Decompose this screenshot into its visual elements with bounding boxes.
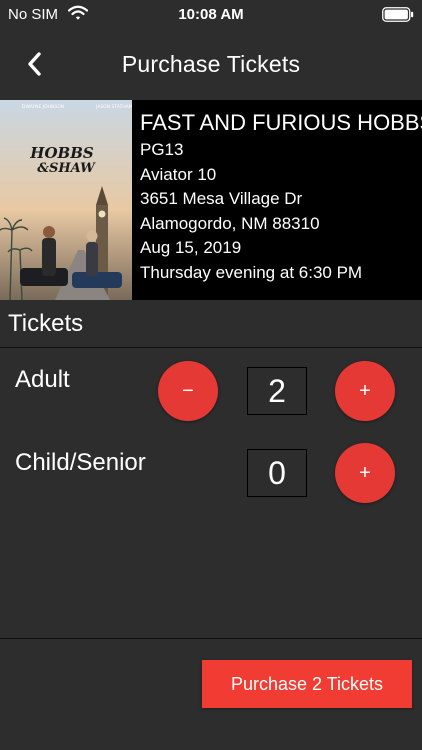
show-time: Thursday evening at 6:30 PM bbox=[140, 262, 363, 282]
svg-text:JASON STATHAM: JASON STATHAM bbox=[95, 104, 132, 110]
page-title: Purchase Tickets bbox=[121, 51, 301, 77]
tickets-panel: Adult − 2 + Child/Senior 0 + bbox=[0, 347, 422, 639]
movie-details: FAST AND FURIOUS HOBBS & SHAW PG13 Aviat… bbox=[140, 110, 422, 285]
theater-address-line2: Alamogordo, NM 88310 bbox=[140, 213, 320, 233]
movie-info-panel: HOBBS &SHAW DWAYNE JOHNSON JASON STATHAM… bbox=[0, 100, 422, 300]
nav-bar: Purchase Tickets bbox=[0, 36, 422, 92]
movie-poster: HOBBS &SHAW DWAYNE JOHNSON JASON STATHAM bbox=[0, 100, 132, 300]
status-bar: No SIM 10:08 AM bbox=[0, 0, 422, 28]
ticket-type-child-senior-label: Child/Senior bbox=[15, 449, 146, 476]
ticket-type-adult-label: Adult bbox=[15, 366, 70, 393]
purchase-button[interactable]: Purchase 2 Tickets bbox=[202, 660, 412, 708]
battery-icon bbox=[382, 7, 414, 22]
tickets-section-label: Tickets bbox=[8, 310, 84, 337]
svg-text:HOBBS: HOBBS bbox=[29, 144, 94, 162]
child-senior-increment-button[interactable]: + bbox=[335, 443, 395, 503]
adult-increment-button[interactable]: + bbox=[335, 361, 395, 421]
show-date: Aug 15, 2019 bbox=[140, 238, 242, 257]
status-time: 10:08 AM bbox=[178, 6, 244, 23]
svg-text:&SHAW: &SHAW bbox=[37, 161, 96, 176]
adult-quantity: 2 bbox=[247, 367, 307, 415]
child-senior-quantity: 0 bbox=[247, 449, 307, 497]
theater-address-line1: 3651 Mesa Village Dr bbox=[140, 189, 303, 208]
adult-decrement-button[interactable]: − bbox=[158, 361, 218, 421]
theater-name: Aviator 10 bbox=[140, 164, 217, 184]
movie-title: FAST AND FURIOUS HOBBS & SHAW bbox=[140, 110, 422, 135]
svg-text:DWAYNE JOHNSON: DWAYNE JOHNSON bbox=[22, 104, 64, 110]
movie-rating: PG13 bbox=[140, 140, 184, 159]
